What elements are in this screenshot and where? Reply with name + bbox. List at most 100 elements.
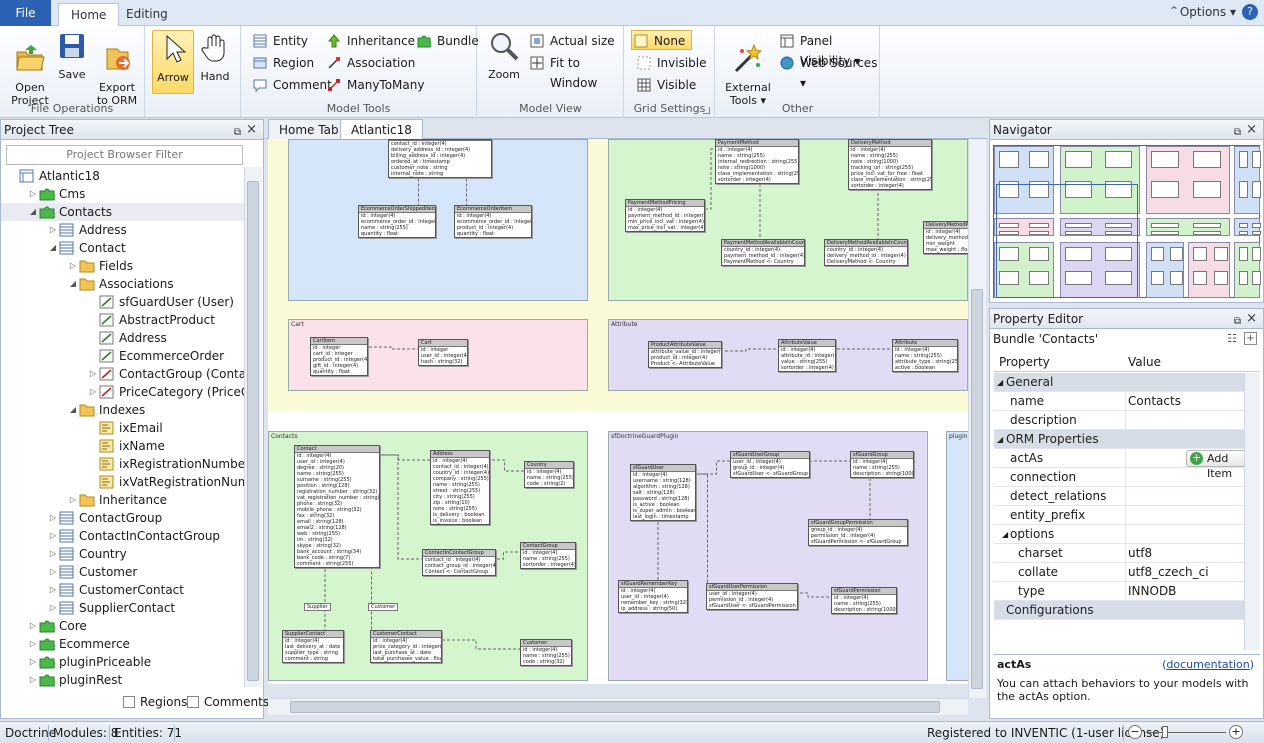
tab-atlantic18[interactable]: Atlantic18 (340, 119, 423, 139)
tab-home[interactable]: Home (58, 3, 120, 27)
property-row[interactable]: entity_prefix (994, 506, 1260, 525)
tree-item[interactable]: AbstractProduct (1, 311, 244, 329)
diagram-entity[interactable]: ContactInContactGroup contact_id : intege… (422, 549, 496, 576)
close-property-editor-icon[interactable]: × (1246, 309, 1257, 329)
diagram-entity[interactable]: sfGuardRememberKey id : integer(4) user_id… (618, 580, 688, 613)
collapse-arrow-icon[interactable]: ◢ (68, 401, 78, 419)
tree-item[interactable]: ▷ Ecommerce (1, 635, 244, 653)
diagram-entity[interactable]: EcommerceOrderItem id : integer(4) ecommer… (454, 205, 532, 238)
tree-item[interactable]: ▷ SupplierContact (1, 599, 244, 617)
diagram-entity[interactable]: Address id : integer(4) contact_id : integ… (430, 450, 490, 525)
tab-home-tab[interactable]: Home Tab (268, 119, 350, 139)
export-to-orm-button[interactable]: Export to ORM (95, 30, 139, 107)
diagram-entity[interactable]: EcommerceOrderShippedItem id : integer(4)… (358, 205, 436, 238)
region-button[interactable]: Region (251, 53, 314, 73)
fit-to-window-button[interactable]: Fit to Window (528, 53, 623, 90)
tab-editing[interactable]: Editing (114, 3, 180, 26)
expand-all-icon[interactable]: + (1244, 332, 1257, 345)
tree-item[interactable]: ▷ ContactGroup (1, 509, 244, 527)
diagram-canvas[interactable]: Cart Attribute Contacts sfDoctrineGuardPlug… (268, 139, 968, 684)
diagram-entity[interactable]: sfGuardGroupPermission group_id : integer… (808, 519, 908, 546)
diagram-entity[interactable]: CartItem id : integer cart_id : integer pro… (310, 337, 368, 376)
collapse-group-icon[interactable]: ◢ (1002, 525, 1008, 544)
expand-arrow-icon[interactable]: ▷ (48, 221, 58, 239)
property-row[interactable]: ◢ options (994, 525, 1260, 544)
documentation-link[interactable]: documentation (1166, 658, 1249, 671)
diagram-entity[interactable]: ContactGroup id : integer(4) name : string… (520, 542, 576, 569)
float-navigator-icon[interactable]: ⧉ (1234, 123, 1241, 143)
help-icon[interactable]: ? (1242, 4, 1258, 20)
tree-item[interactable]: sfGuardUser (User) (1, 293, 244, 311)
tree-item[interactable]: ▷ ContactInContactGroup (1, 527, 244, 545)
tree-item[interactable]: ◢ Contact (1, 239, 244, 257)
diagram-entity[interactable]: sfGuardUserPermission user_id : integer(4… (706, 583, 798, 610)
tree-item[interactable]: ▷ Customer (1, 563, 244, 581)
diagram-entity[interactable]: Cart id : integer user_id : integer(4) hash… (418, 339, 468, 366)
canvas-horizontal-scrollbar[interactable] (268, 698, 968, 715)
grid-invisible-button[interactable]: Invisible (635, 53, 707, 73)
property-grid-scrollbar[interactable] (1244, 373, 1260, 650)
property-row[interactable]: detect_relations (994, 487, 1260, 506)
zoom-slider-track[interactable] (1146, 732, 1226, 733)
tree-item[interactable]: ▷ Address (1, 221, 244, 239)
tree-item[interactable]: ▷ Fields (1, 257, 244, 275)
property-row[interactable]: type INNODB (994, 582, 1260, 601)
close-navigator-icon[interactable]: × (1246, 120, 1257, 140)
panel-visibility-button[interactable]: Panel Visibility ▾ (778, 31, 879, 68)
property-row[interactable]: collate utf8_czech_ci (994, 563, 1260, 582)
comments-checkbox[interactable] (187, 696, 199, 708)
tree-item[interactable]: ixRegistrationNumber (1, 455, 244, 473)
tree-item[interactable]: Atlantic18 (1, 167, 244, 185)
tree-scrollbar[interactable] (244, 167, 262, 687)
diagram-entity[interactable]: PaymentMethod id : integer(4) name : strin… (715, 139, 799, 184)
tree-item[interactable]: ▷ PriceCategory (PriceC... (1, 383, 244, 401)
tree-item[interactable]: ◢ Indexes (1, 401, 244, 419)
property-value[interactable]: Contacts (1128, 392, 1181, 411)
tree-item[interactable]: ▷ Cms (1, 185, 244, 203)
diagram-entity[interactable]: CustomerContact id : integer(4) price_cate… (370, 630, 442, 663)
property-value[interactable]: utf8_czech_ci (1128, 563, 1209, 582)
diagram-entity[interactable]: DeliveryMethodAvailableInCountry country_… (824, 239, 908, 266)
diagram-entity[interactable]: sfGuardGroup id : integer(4) name : string… (850, 451, 914, 478)
minimap-viewport[interactable] (996, 184, 1138, 298)
expand-arrow-icon[interactable]: ▷ (28, 653, 38, 671)
collapse-arrow-icon[interactable]: ◢ (28, 203, 38, 221)
float-panel-icon[interactable]: ⧉ (234, 123, 241, 143)
grid-visible-button[interactable]: Visible (635, 75, 696, 95)
property-row[interactable]: description (994, 411, 1260, 430)
diagram-entity[interactable]: AttributeValue id : integer(4) attribute_i… (778, 339, 836, 372)
diagram-entity[interactable]: sfGuardUserGroup user_id : integer(4) grou… (730, 451, 810, 478)
grid-none-button[interactable]: None (631, 30, 693, 50)
diagram-entity[interactable]: PaymentMethodAvailableInCountry country_i… (721, 239, 805, 266)
collapse-ribbon-icon[interactable]: ⌃ (1169, 4, 1179, 18)
tree-item[interactable]: ▷ pluginPriceable (1, 653, 244, 671)
arrow-tool-button[interactable]: Arrow (152, 30, 194, 94)
expand-arrow-icon[interactable]: ▷ (88, 365, 98, 383)
tree-item[interactable]: ▷ pluginRest (1, 671, 244, 687)
web-sources-button[interactable]: Web Sources ▾ (778, 53, 879, 90)
close-panel-icon[interactable]: × (246, 120, 257, 140)
expand-arrow-icon[interactable]: ▷ (48, 527, 58, 545)
diagram-entity[interactable]: sfGuardPermission id : integer(4) name : s… (831, 587, 897, 614)
external-tools-button[interactable]: External Tools ▾ (724, 30, 772, 107)
property-row[interactable]: charset utf8 (994, 544, 1260, 563)
open-project-button[interactable]: Open Project (8, 30, 52, 107)
diagram-entity[interactable]: ProductAttributeValue attribute_value_id … (648, 341, 722, 368)
options-menu[interactable]: Options ▾ (1180, 5, 1236, 19)
actual-size-button[interactable]: Actual size (528, 31, 615, 51)
project-browser-filter-input[interactable]: Project Browser Filter (6, 145, 243, 165)
entity-button[interactable]: Entity (251, 31, 308, 51)
property-row[interactable]: connection (994, 468, 1260, 487)
many-to-many-button[interactable]: ManyToMany (325, 75, 424, 95)
zoom-slider-thumb[interactable] (1162, 726, 1168, 738)
property-row[interactable]: ◢ ORM Properties (994, 430, 1260, 449)
inheritance-button[interactable]: Inheritance (325, 31, 415, 51)
canvas-vscroll-thumb[interactable] (971, 289, 983, 689)
association-button[interactable]: Association (325, 53, 415, 73)
collapse-arrow-icon[interactable]: ◢ (48, 239, 58, 257)
tree-item[interactable]: ▷ CustomerContact (1, 581, 244, 599)
expand-arrow-icon[interactable]: ▷ (28, 671, 38, 687)
tree-item[interactable]: ixVatRegistrationNum... (1, 473, 244, 491)
expand-arrow-icon[interactable]: ▷ (28, 185, 38, 203)
canvas-vertical-scrollbar[interactable] (968, 139, 986, 698)
